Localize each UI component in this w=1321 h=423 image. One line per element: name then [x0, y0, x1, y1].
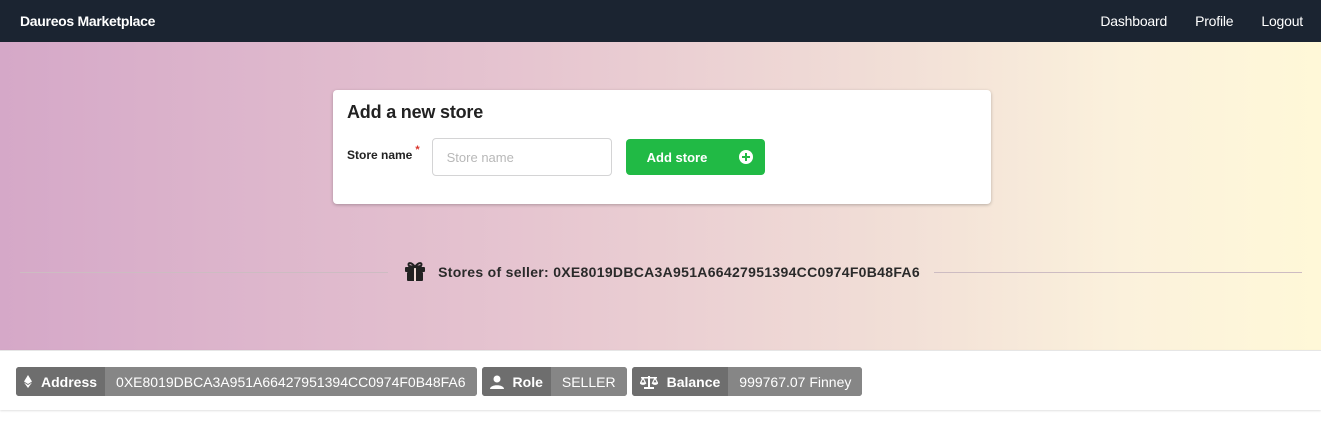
required-asterisk: * [415, 144, 420, 156]
plus-circle-icon [738, 150, 753, 164]
ethereum-icon [24, 375, 32, 388]
store-form: Store name* Add store [347, 138, 765, 176]
add-store-card: Add a new store Store name* Add store [333, 90, 991, 204]
stores-divider: Stores of seller: 0XE8019DBCA3A951A66427… [20, 260, 1303, 284]
address-label: Address 0XE8019DBCA3A951A66427951394CC09… [16, 367, 477, 396]
nav-link-logout[interactable]: Logout [1261, 13, 1303, 29]
role-key: Role [512, 373, 543, 390]
balance-key: Balance [666, 373, 721, 390]
store-name-input[interactable] [431, 138, 612, 176]
nav-link-profile[interactable]: Profile [1195, 13, 1233, 29]
role-label: Role SELLER [481, 367, 627, 396]
role-value: SELLER [550, 367, 627, 396]
add-store-button-label: Add store [646, 149, 708, 165]
user-icon [489, 375, 504, 389]
top-navbar: Daureos Marketplace Dashboard Profile Lo… [0, 0, 1321, 42]
balance-scale-icon [639, 375, 658, 389]
address-value: 0XE8019DBCA3A951A66427951394CC0974F0B48F… [105, 367, 477, 396]
balance-label: Balance 999767.07 Finney [631, 367, 863, 396]
store-name-label: Store name * [347, 144, 420, 162]
stores-heading: Stores of seller: 0XE8019DBCA3A951A66427… [388, 261, 934, 284]
divider-line-left [20, 271, 389, 273]
card-title: Add a new store [347, 102, 484, 122]
address-key: Address [41, 373, 98, 390]
hero-section: Add a new store Store name* Add store [0, 42, 1321, 350]
nav-links: Dashboard Profile Logout [1100, 13, 1303, 29]
brand-logo[interactable]: Daureos Marketplace [20, 13, 155, 29]
info-labels: Address 0XE8019DBCA3A951A66427951394CC09… [16, 367, 863, 396]
balance-value: 999767.07 Finney [728, 367, 863, 396]
divider-line-right [933, 271, 1303, 273]
nav-link-dashboard[interactable]: Dashboard [1100, 13, 1167, 29]
gift-icon [404, 261, 426, 284]
account-info-bar: Address 0XE8019DBCA3A951A66427951394CC09… [0, 350, 1321, 410]
stores-heading-text: Stores of seller: 0XE8019DBCA3A951A66427… [438, 264, 920, 280]
add-store-button[interactable]: Add store [625, 139, 765, 175]
